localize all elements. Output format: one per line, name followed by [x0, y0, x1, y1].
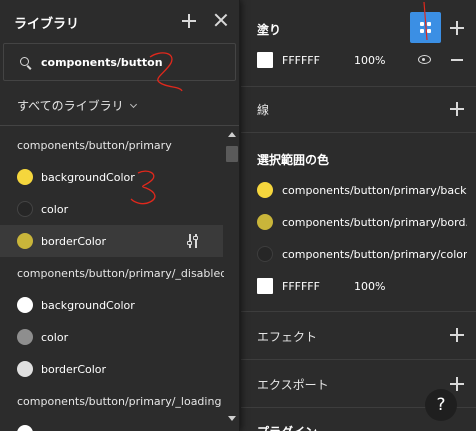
eye-icon[interactable]	[418, 55, 431, 64]
library-group-header: components/button/primary	[17, 139, 172, 152]
style-grid-button[interactable]	[410, 12, 441, 43]
library-filter-dropdown[interactable]: すべてのライブラリ	[17, 97, 137, 114]
color-style-dot	[17, 169, 33, 185]
fill-color-swatch[interactable]	[257, 52, 273, 68]
selection-color-label[interactable]: components/button/primary/back...	[282, 184, 467, 197]
library-panel: ライブラリ components/button すべてのライブラリ compon…	[0, 0, 240, 431]
section-divider	[241, 359, 476, 360]
selection-opacity-value[interactable]: 100%	[354, 280, 385, 293]
add-effect-button[interactable]	[450, 328, 464, 342]
scrollbar[interactable]	[224, 126, 239, 431]
selection-color-dot[interactable]	[257, 246, 273, 262]
add-fill-button[interactable]	[450, 21, 464, 35]
search-icon	[20, 57, 29, 66]
color-style-item[interactable]: borderColor	[41, 363, 106, 376]
effects-heading: エフェクト	[257, 330, 318, 344]
color-style-item[interactable]: color	[41, 203, 68, 216]
fill-hex-value[interactable]: FFFFFF	[282, 54, 320, 67]
grid-dot	[427, 29, 431, 33]
list-divider	[0, 125, 239, 126]
fill-heading: 塗り	[257, 23, 282, 37]
stroke-heading: 線	[257, 103, 270, 117]
chevron-down-icon	[129, 100, 137, 109]
selection-colors-heading: 選択範囲の色	[257, 153, 330, 167]
plugin-heading: プラグイン	[257, 423, 317, 431]
color-style-dot	[17, 201, 33, 217]
color-style-dot	[17, 425, 33, 431]
grid-dot	[420, 22, 424, 26]
library-title: ライブラリ	[14, 17, 80, 32]
scroll-down-arrow-icon[interactable]	[228, 416, 236, 421]
section-divider	[241, 311, 476, 312]
remove-fill-button[interactable]	[451, 59, 463, 61]
adjust-icon[interactable]	[187, 234, 199, 248]
color-style-item[interactable]: backgroundColor	[41, 171, 135, 184]
plus-icon[interactable]	[182, 14, 196, 28]
selection-color-label[interactable]: components/button/primary/bord...	[282, 216, 467, 229]
grid-dot	[427, 22, 431, 26]
color-style-dot	[17, 329, 33, 345]
library-group-header: components/button/primary/_disabled	[17, 267, 228, 280]
grid-dot	[420, 29, 424, 33]
color-style-item[interactable]: borderColor	[41, 235, 106, 248]
help-button[interactable]: ?	[425, 389, 457, 421]
selection-color-label[interactable]: components/button/primary/color	[282, 248, 467, 261]
fill-opacity-value[interactable]: 100%	[354, 54, 385, 67]
color-style-dot	[17, 233, 33, 249]
color-style-item[interactable]: color	[41, 331, 68, 344]
selection-color-swatch[interactable]	[257, 278, 273, 294]
library-group-header: components/button/primary/_loading	[17, 395, 222, 408]
section-divider	[241, 86, 476, 87]
section-divider	[241, 132, 476, 133]
add-export-button[interactable]	[450, 377, 464, 391]
color-style-dot	[17, 297, 33, 313]
search-input[interactable]: components/button	[41, 56, 163, 69]
selection-hex-value[interactable]: FFFFFF	[282, 280, 320, 293]
scroll-thumb[interactable]	[226, 146, 238, 162]
close-icon[interactable]	[214, 13, 228, 27]
selection-color-dot[interactable]	[257, 182, 273, 198]
adjust-knob	[193, 236, 198, 240]
library-filter-label: すべてのライブラリ	[17, 99, 124, 113]
export-heading: エクスポート	[257, 378, 329, 392]
add-stroke-button[interactable]	[450, 102, 464, 116]
scroll-up-arrow-icon[interactable]	[228, 132, 236, 137]
adjust-knob	[187, 241, 192, 245]
selection-color-dot[interactable]	[257, 214, 273, 230]
color-style-item[interactable]: backgroundColor	[41, 299, 135, 312]
search-field[interactable]: components/button	[3, 43, 236, 81]
color-style-dot	[17, 361, 33, 377]
